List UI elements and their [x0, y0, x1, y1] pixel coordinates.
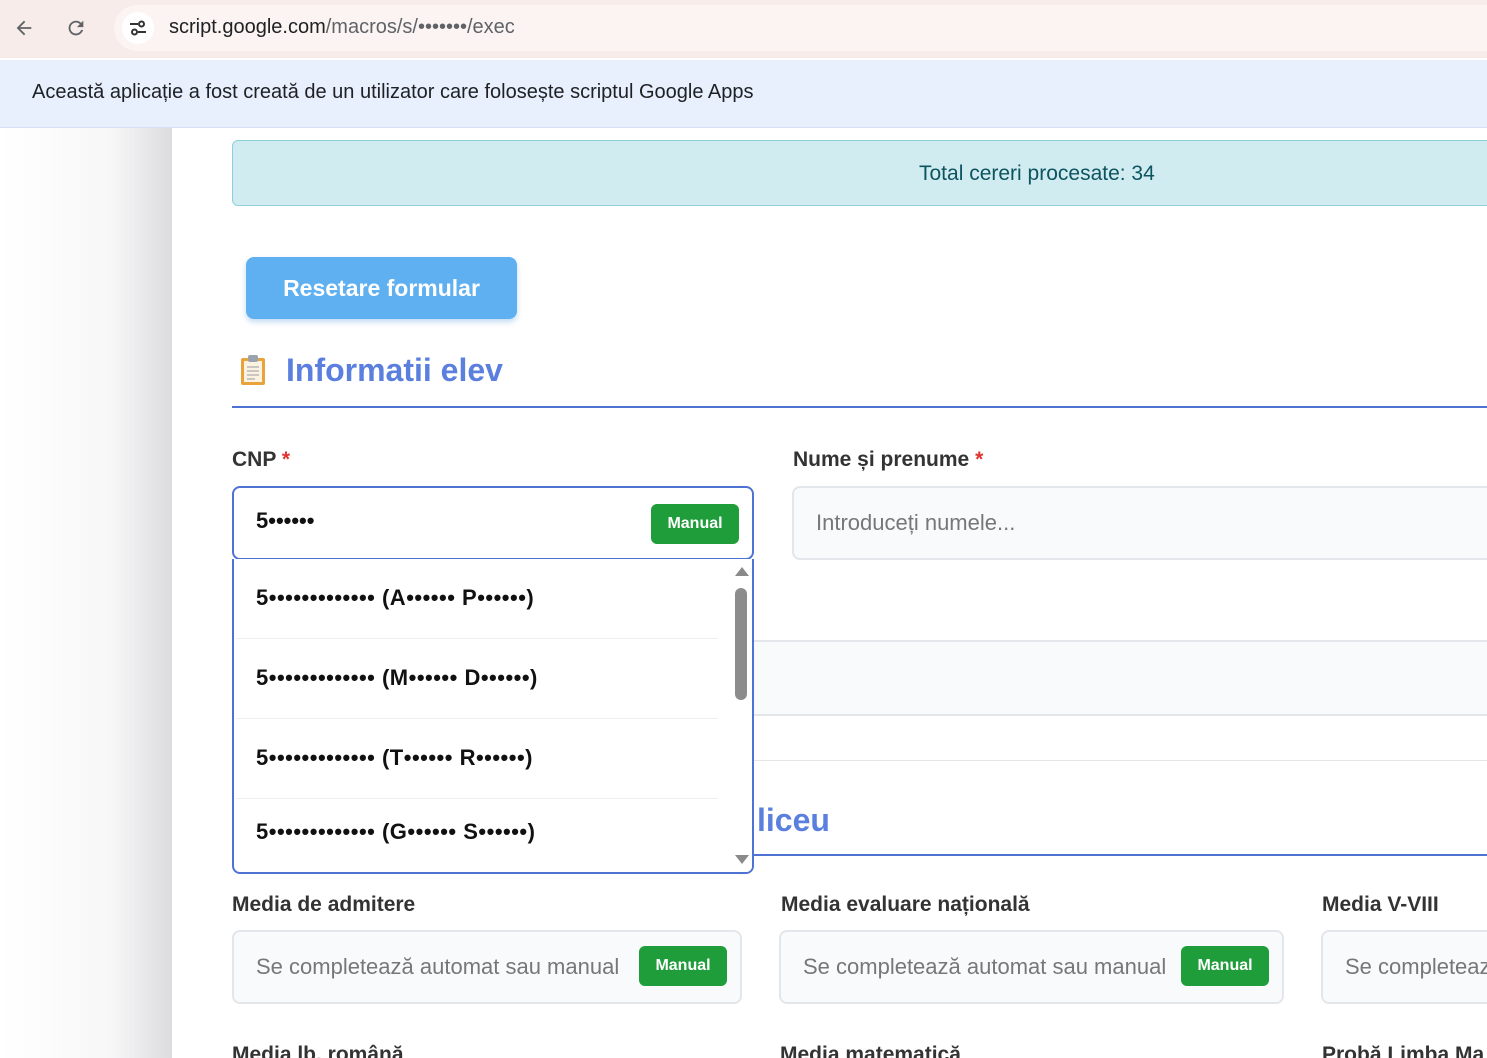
- dropdown-item[interactable]: 5••••••••••••• (A•••••• P••••••): [236, 559, 718, 639]
- required-mark: *: [975, 448, 984, 471]
- dropdown-item-text: 5••••••••••••• (G•••••• S••••••): [256, 819, 536, 844]
- banner-text: Această aplicație a fost creată de un ut…: [32, 81, 754, 103]
- dropdown-item[interactable]: 5••••••••••••• (M•••••• D••••••): [236, 639, 718, 719]
- cnp-label-text: CNP: [232, 448, 276, 471]
- name-placeholder: Introduceți numele...: [816, 510, 1016, 535]
- section-title: liceu: [757, 802, 830, 838]
- media-en-input[interactable]: Se completează automat sau manual Manual: [779, 930, 1284, 1004]
- reset-form-button[interactable]: Resetare formular: [246, 257, 517, 319]
- arrow-left-icon: [16, 20, 32, 36]
- section-student-info: Informatii elev: [232, 346, 1487, 408]
- url-path: /macros/s/•••••••/exec: [325, 16, 515, 38]
- media-admitere-input[interactable]: Se completează automat sau manual Manual: [232, 930, 742, 1004]
- media-admitere-label: Media de admitere: [232, 893, 416, 916]
- cnp-autocomplete-dropdown: 5••••••••••••• (A•••••• P••••••) 5••••••…: [232, 559, 754, 874]
- back-button[interactable]: [4, 8, 44, 48]
- media-v-viii-placeholder: Se completeaz: [1345, 954, 1487, 979]
- reload-button[interactable]: [56, 8, 96, 48]
- media-en-manual-button[interactable]: Manual: [1181, 946, 1269, 986]
- apps-script-banner: Această aplicație a fost creată de un ut…: [0, 60, 1487, 128]
- page-side-shade: [0, 128, 172, 1058]
- media-v-viii-input[interactable]: Se completeaz: [1321, 930, 1487, 1004]
- media-v-viii-label: Media V-VIII: [1322, 893, 1439, 916]
- tune-icon: [130, 20, 146, 36]
- dropdown-item-text: 5••••••••••••• (T•••••• R••••••): [256, 745, 533, 770]
- url-host: script.google.com: [169, 16, 326, 38]
- required-mark: *: [281, 448, 290, 471]
- section-title: Informatii elev: [286, 352, 503, 388]
- media-en-label: Media evaluare națională: [781, 893, 1030, 916]
- url-text: script.google.com/macros/s/•••••••/exec: [169, 16, 515, 39]
- cnp-label: CNP *: [232, 448, 290, 472]
- dropdown-scrollbar[interactable]: [730, 559, 752, 872]
- site-info-button[interactable]: [122, 12, 154, 44]
- scroll-down-icon[interactable]: [735, 855, 749, 864]
- browser-toolbar: script.google.com/macros/s/•••••••/exec: [0, 0, 1487, 58]
- name-label-text: Nume și prenume: [793, 448, 970, 471]
- reload-icon: [68, 20, 84, 36]
- media-admitere-placeholder: Se completează automat sau manual: [256, 954, 620, 979]
- form-container: Total cereri procesate: 34 Resetare form…: [172, 128, 1487, 1058]
- media-matematica-label: Media matematică: [780, 1043, 961, 1058]
- dropdown-item[interactable]: 5••••••••••••• (T•••••• R••••••): [236, 719, 718, 799]
- proba-limba-label: Probă Limba Ma: [1322, 1043, 1485, 1058]
- media-admitere-manual-button[interactable]: Manual: [639, 946, 727, 986]
- clipboard-icon: [241, 355, 265, 385]
- cnp-value: 5••••••: [256, 508, 315, 533]
- name-label: Nume și prenume *: [793, 448, 983, 472]
- scroll-up-icon[interactable]: [735, 567, 749, 576]
- dropdown-item-text: 5••••••••••••• (A•••••• P••••••): [256, 585, 535, 610]
- name-input[interactable]: Introduceți numele...: [792, 486, 1487, 560]
- total-requests-text: Total cereri procesate: 34: [919, 162, 1155, 185]
- divider: [732, 760, 1487, 761]
- scrollbar-thumb[interactable]: [735, 588, 747, 700]
- hidden-field-input[interactable]: [732, 640, 1487, 716]
- total-requests-alert: Total cereri procesate: 34: [232, 140, 1487, 206]
- cnp-manual-button[interactable]: Manual: [651, 504, 739, 544]
- dropdown-item[interactable]: 5••••••••••••• (G•••••• S••••••): [236, 799, 718, 872]
- media-en-placeholder: Se completează automat sau manual: [803, 954, 1167, 979]
- media-romana-label: Media lb. română: [232, 1043, 404, 1058]
- address-bar[interactable]: script.google.com/macros/s/•••••••/exec: [114, 5, 1487, 51]
- dropdown-item-text: 5••••••••••••• (M•••••• D••••••): [256, 665, 538, 690]
- cnp-input[interactable]: 5•••••• Manual: [232, 486, 754, 560]
